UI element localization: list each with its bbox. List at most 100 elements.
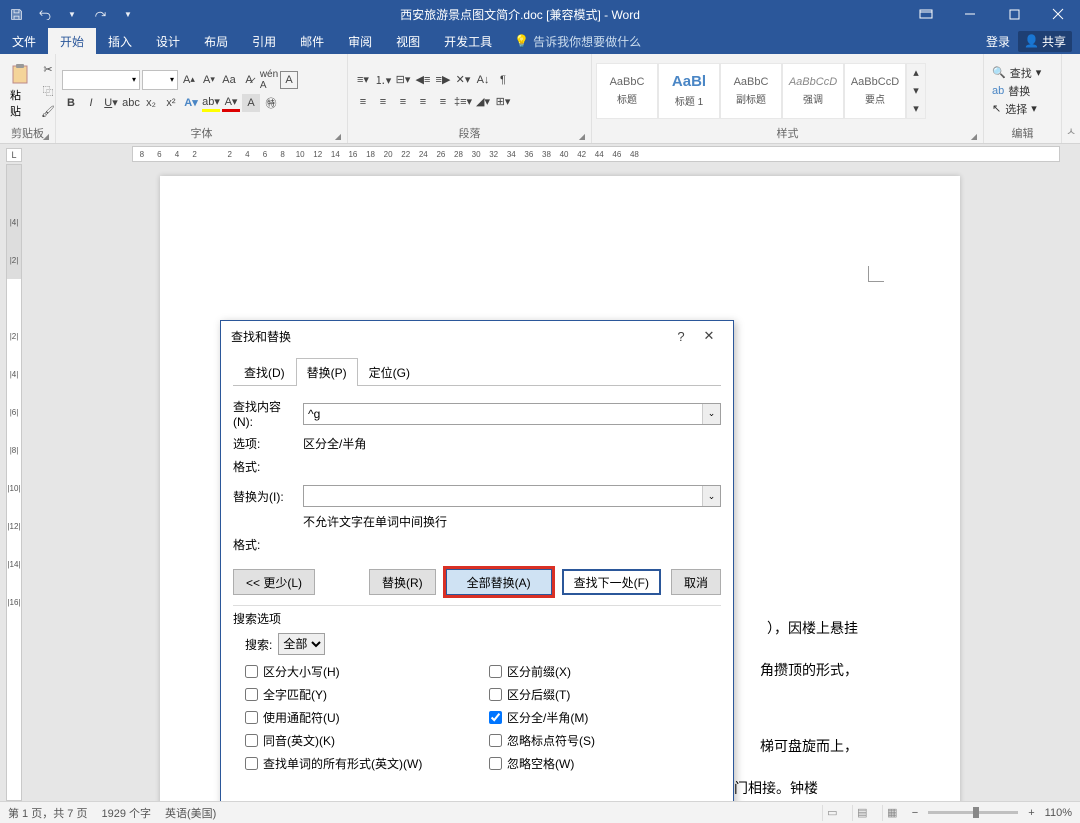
login-link[interactable]: 登录 bbox=[986, 33, 1010, 50]
minimize-icon[interactable] bbox=[948, 0, 992, 28]
char-shading-icon[interactable]: A bbox=[242, 94, 260, 112]
clipboard-launcher[interactable]: ◢ bbox=[43, 132, 49, 141]
decrease-indent-icon[interactable]: ◀≡ bbox=[414, 71, 432, 89]
zoom-slider[interactable] bbox=[928, 811, 1018, 814]
tab-home[interactable]: 开始 bbox=[48, 28, 96, 54]
tab-file[interactable]: 文件 bbox=[0, 28, 48, 54]
web-layout-icon[interactable]: ▦ bbox=[882, 805, 902, 821]
tab-selector[interactable]: L bbox=[6, 148, 22, 162]
increase-indent-icon[interactable]: ≡▶ bbox=[434, 71, 452, 89]
select-button[interactable]: ↖选择 ▾ bbox=[992, 101, 1041, 117]
tab-goto[interactable]: 定位(G) bbox=[358, 358, 421, 386]
redo-icon[interactable] bbox=[92, 6, 108, 22]
line-spacing-icon[interactable]: ‡≡▾ bbox=[454, 93, 472, 111]
grow-font-icon[interactable]: A▴ bbox=[180, 71, 198, 89]
checkbox-option[interactable]: 同音(英文)(K) bbox=[245, 732, 477, 749]
replace-all-button[interactable]: 全部替换(A) bbox=[446, 569, 552, 595]
enclose-char-icon[interactable]: ㊕ bbox=[262, 94, 280, 112]
styles-launcher[interactable]: ◢ bbox=[971, 132, 977, 141]
asian-layout-icon[interactable]: ✕▾ bbox=[454, 71, 472, 89]
print-layout-icon[interactable]: ▤ bbox=[852, 805, 872, 821]
tab-insert[interactable]: 插入 bbox=[96, 28, 144, 54]
replace-dropdown-icon[interactable]: ⌄ bbox=[702, 486, 720, 506]
bullets-icon[interactable]: ≡▾ bbox=[354, 71, 372, 89]
tab-replace[interactable]: 替换(P) bbox=[296, 358, 358, 386]
status-page[interactable]: 第 1 页，共 7 页 bbox=[8, 805, 87, 821]
zoom-level[interactable]: 110% bbox=[1045, 807, 1072, 819]
tab-mailings[interactable]: 邮件 bbox=[288, 28, 336, 54]
numbering-icon[interactable]: ⒈▾ bbox=[374, 71, 392, 89]
styles-more-icon[interactable]: ▾ bbox=[907, 100, 925, 118]
highlight-icon[interactable]: ab▾ bbox=[202, 94, 220, 112]
tab-find[interactable]: 查找(D) bbox=[233, 358, 296, 386]
style-item[interactable]: AaBbC副标题 bbox=[720, 63, 782, 119]
font-launcher[interactable]: ◢ bbox=[335, 132, 341, 141]
style-item[interactable]: AaBbCcD要点 bbox=[844, 63, 906, 119]
qat-customize-icon[interactable]: ▼ bbox=[120, 6, 136, 22]
share-button[interactable]: 👤共享 bbox=[1018, 31, 1072, 52]
dialog-help-icon[interactable]: ? bbox=[667, 329, 695, 344]
align-right-icon[interactable]: ≡ bbox=[394, 93, 412, 111]
align-center-icon[interactable]: ≡ bbox=[374, 93, 392, 111]
styles-up-icon[interactable]: ▴ bbox=[907, 64, 925, 82]
paste-button[interactable]: 粘贴 bbox=[4, 61, 36, 121]
checkbox-option[interactable]: 区分前缀(X) bbox=[489, 663, 721, 680]
close-icon[interactable] bbox=[1036, 0, 1080, 28]
checkbox-option[interactable]: 区分大小写(H) bbox=[245, 663, 477, 680]
tab-layout[interactable]: 布局 bbox=[192, 28, 240, 54]
char-border-icon[interactable]: A bbox=[280, 71, 298, 89]
tell-me[interactable]: 💡 告诉我你想要做什么 bbox=[504, 28, 641, 54]
find-dropdown-icon[interactable]: ⌄ bbox=[702, 404, 720, 424]
font-name-combo[interactable]: ▾ bbox=[62, 70, 140, 90]
zoom-in-icon[interactable]: + bbox=[1028, 807, 1034, 819]
checkbox-option[interactable]: 区分后缀(T) bbox=[489, 686, 721, 703]
search-dir-select[interactable]: 全部 bbox=[278, 633, 325, 655]
tab-developer[interactable]: 开发工具 bbox=[432, 28, 504, 54]
font-color-icon[interactable]: A▾ bbox=[222, 94, 240, 112]
zoom-out-icon[interactable]: − bbox=[912, 807, 918, 819]
justify-icon[interactable]: ≡ bbox=[414, 93, 432, 111]
horizontal-ruler[interactable]: 8642246810121416182022242628303234363840… bbox=[132, 146, 1060, 162]
italic-icon[interactable]: I bbox=[82, 94, 100, 112]
sort-icon[interactable]: A↓ bbox=[474, 71, 492, 89]
checkbox-option[interactable]: 查找单词的所有形式(英文)(W) bbox=[245, 755, 477, 772]
read-mode-icon[interactable]: ▭ bbox=[822, 805, 842, 821]
underline-icon[interactable]: U▾ bbox=[102, 94, 120, 112]
tab-references[interactable]: 引用 bbox=[240, 28, 288, 54]
dialog-close-icon[interactable]: ✕ bbox=[695, 328, 723, 344]
tab-view[interactable]: 视图 bbox=[384, 28, 432, 54]
cut-icon[interactable]: ✂ bbox=[39, 61, 57, 79]
align-left-icon[interactable]: ≡ bbox=[354, 93, 372, 111]
checkbox-option[interactable]: 区分全/半角(M) bbox=[489, 709, 721, 726]
find-input[interactable]: ⌄ bbox=[303, 403, 721, 425]
format-painter-icon[interactable]: 🖌 bbox=[39, 103, 57, 121]
phonetic-guide-icon[interactable]: wénA bbox=[260, 71, 278, 89]
show-marks-icon[interactable]: ¶ bbox=[494, 71, 512, 89]
style-gallery[interactable]: AaBbC标题 AaBl标题 1 AaBbC副标题 AaBbCcD强调 AaBb… bbox=[596, 63, 926, 119]
checkbox-option[interactable]: 使用通配符(U) bbox=[245, 709, 477, 726]
qat-dropdown-icon[interactable]: ▼ bbox=[64, 6, 80, 22]
checkbox-option[interactable]: 忽略标点符号(S) bbox=[489, 732, 721, 749]
style-item[interactable]: AaBl标题 1 bbox=[658, 63, 720, 119]
text-effects-icon[interactable]: A▾ bbox=[182, 94, 200, 112]
borders-icon[interactable]: ⊞▾ bbox=[494, 93, 512, 111]
vertical-ruler[interactable]: |4||2||2||4||6||8||10||12||14||16| bbox=[6, 164, 22, 801]
checkbox-option[interactable]: 忽略空格(W) bbox=[489, 755, 721, 772]
replace-input[interactable]: ⌄ bbox=[303, 485, 721, 507]
find-button[interactable]: 🔍查找 ▾ bbox=[992, 65, 1041, 81]
less-button[interactable]: << 更少(L) bbox=[233, 569, 315, 595]
subscript-icon[interactable]: x₂ bbox=[142, 94, 160, 112]
tab-design[interactable]: 设计 bbox=[144, 28, 192, 54]
replace-button[interactable]: ab替换 bbox=[992, 83, 1041, 99]
style-item[interactable]: AaBbCcD强调 bbox=[782, 63, 844, 119]
change-case-icon[interactable]: Aa bbox=[220, 71, 238, 89]
status-words[interactable]: 1929 个字 bbox=[101, 805, 151, 821]
shrink-font-icon[interactable]: A▾ bbox=[200, 71, 218, 89]
ribbon-options-icon[interactable] bbox=[904, 0, 948, 28]
superscript-icon[interactable]: x² bbox=[162, 94, 180, 112]
save-icon[interactable] bbox=[8, 6, 24, 22]
distributed-icon[interactable]: ≡ bbox=[434, 93, 452, 111]
cancel-button[interactable]: 取消 bbox=[671, 569, 721, 595]
tab-review[interactable]: 审阅 bbox=[336, 28, 384, 54]
collapse-ribbon-icon[interactable]: ㅅ bbox=[1062, 54, 1080, 143]
